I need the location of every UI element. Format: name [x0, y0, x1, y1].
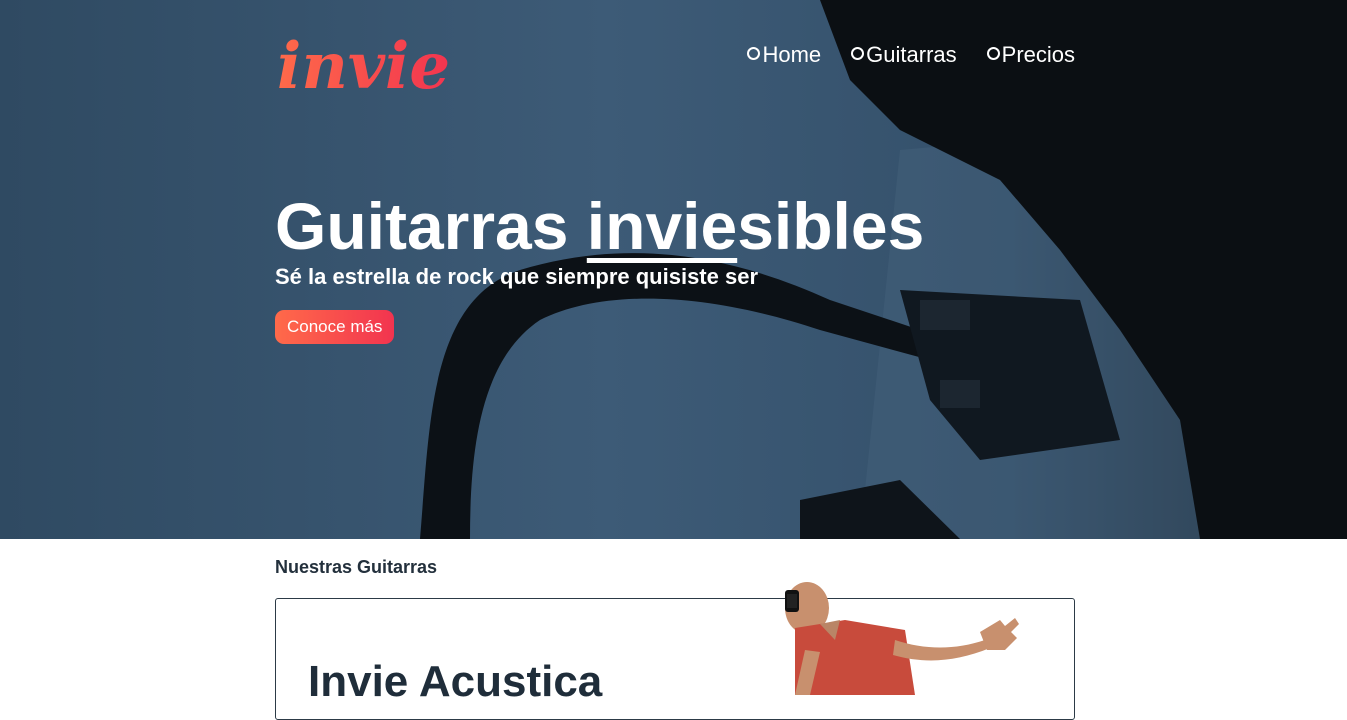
main-nav: Home Guitarras Precios	[747, 42, 1075, 68]
nav-item-home[interactable]: Home	[747, 42, 821, 68]
hero-title-brand: invie	[586, 189, 738, 263]
nav-item-label: Guitarras	[866, 42, 957, 67]
nav-item-guitarras[interactable]: Guitarras	[851, 42, 957, 68]
hero-title-start: Guitarras	[275, 189, 587, 263]
conoce-mas-button[interactable]: Conoce más	[275, 310, 395, 344]
guitar-card-title: Invie Acustica	[308, 657, 603, 706]
hero-subtitle: Sé la estrella de rock que siempre quisi…	[275, 264, 759, 289]
invie-logo[interactable]: invie	[275, 22, 465, 102]
nav-item-label: Home	[762, 42, 822, 67]
section-title: Nuestras Guitarras	[275, 557, 438, 577]
svg-text:invie: invie	[277, 29, 450, 102]
hero-section: invie Home Guitarras Precios Guitarras i…	[0, 0, 1347, 539]
nav-item-label: Precios	[1001, 42, 1075, 67]
rocker-photo	[785, 582, 1019, 695]
nav-item-precios[interactable]: Precios	[986, 42, 1075, 68]
bullet-icon	[747, 46, 761, 60]
hero-title: Guitarras inviesibles	[275, 186, 924, 266]
hero-title-end: sibles	[737, 189, 925, 263]
bullet-icon	[986, 46, 1000, 60]
bullet-icon	[851, 46, 865, 60]
